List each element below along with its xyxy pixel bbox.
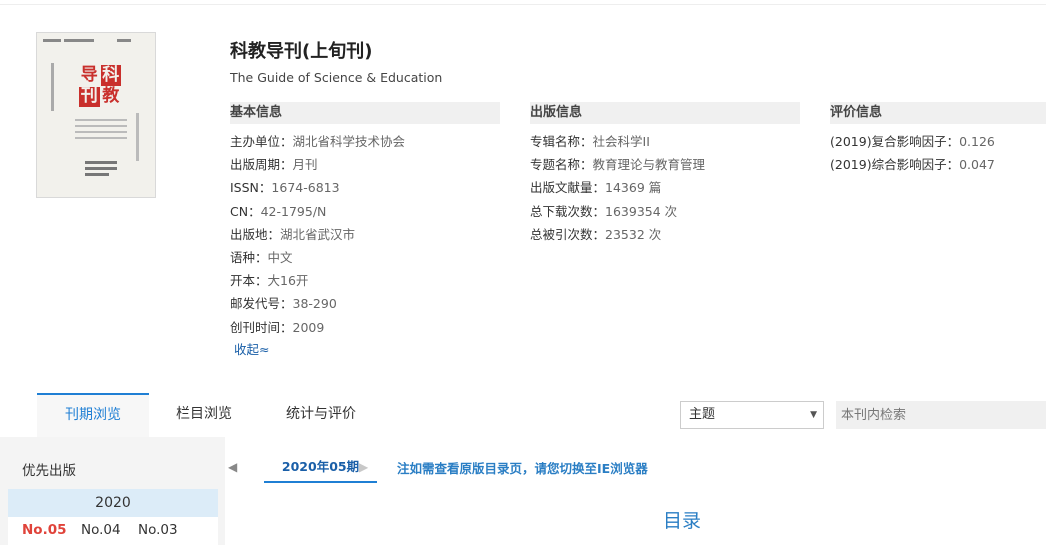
year-header-2020[interactable]: 2020: [8, 489, 218, 517]
cover-side-text-right: [136, 113, 139, 161]
issue-link-05[interactable]: No.05: [22, 522, 67, 538]
next-issue-icon[interactable]: ▶: [359, 460, 368, 474]
info-row-topic: 专题名称：教育理论与教育管理: [530, 157, 706, 173]
toc-title: 目录: [663, 510, 702, 532]
info-row-downloads: 总下载次数：1639354 次: [530, 203, 678, 219]
info-row-series: 专辑名称：社会科学II: [530, 134, 650, 149]
info-row-format: 开本：大16开: [230, 273, 309, 289]
search-field-select[interactable]: 主题 ▼: [680, 401, 824, 429]
tab-browse-column[interactable]: 栏目浏览: [163, 393, 245, 437]
collapse-link[interactable]: 收起≈: [234, 339, 269, 358]
info-row-founded: 创刊时间：2009: [230, 319, 325, 335]
info-row-composite-if: (2019)复合影响因子：0.126: [830, 134, 995, 149]
cover-side-text: [51, 63, 54, 111]
chevron-down-icon: ▼: [810, 410, 817, 420]
cover-seal-logo: 导 科 刊 教: [79, 64, 121, 107]
issue-link-04[interactable]: No.04: [81, 522, 121, 538]
info-row-postal-code: 邮发代号：38-290: [230, 296, 337, 312]
publish-info-list: 专辑名称：社会科学II 专题名称：教育理论与教育管理 出版文献量：14369 篇…: [530, 130, 705, 246]
info-row-issn: ISSN：1674-6813: [230, 180, 340, 196]
issue-navigation: ◀ 2020年05期 ▶ 注如需查看原版目录页，请您切换至IE浏览器: [225, 455, 1046, 483]
info-row-language: 语种：中文: [230, 249, 293, 265]
eval-info-list: (2019)复合影响因子：0.126 (2019)综合影响因子：0.047: [830, 130, 995, 176]
basic-info-list: 主办单位：湖北省科学技术协会 出版周期：月刊 ISSN：1674-6813 CN…: [230, 130, 405, 339]
journal-english-title: The Guide of Science & Education: [230, 70, 443, 85]
search-input[interactable]: [836, 401, 1046, 429]
eval-info-heading: 评价信息: [830, 102, 1046, 124]
cover-issue-block: [85, 161, 117, 179]
journal-cover-image[interactable]: 导 科 刊 教: [36, 32, 156, 198]
priority-publish-link[interactable]: 优先出版: [22, 459, 76, 479]
info-row-frequency: 出版周期：月刊: [230, 157, 318, 173]
top-divider: [0, 4, 1046, 5]
search-field-selected: 主题: [689, 407, 716, 422]
cover-header-lines: [43, 39, 151, 45]
info-row-sponsor: 主办单位：湖北省科学技术协会: [230, 134, 406, 149]
publish-info-heading: 出版信息: [530, 102, 800, 124]
cover-text-lines: [75, 119, 127, 143]
info-row-cn: CN：42-1795/N: [230, 203, 327, 219]
info-row-citations: 总被引次数：23532 次: [530, 226, 662, 242]
issue-list: No.05 No.04 No.03: [8, 517, 218, 545]
content-panel: [225, 437, 1046, 545]
tab-browse-issue[interactable]: 刊期浏览: [37, 393, 149, 437]
tab-stats-evaluation[interactable]: 统计与评价: [273, 393, 369, 437]
issue-link-03[interactable]: No.03: [138, 522, 178, 538]
ie-browser-note: 注如需查看原版目录页，请您切换至IE浏览器: [397, 461, 648, 476]
basic-info-heading: 基本信息: [230, 102, 500, 124]
info-row-comprehensive-if: (2019)综合影响因子：0.047: [830, 157, 995, 173]
info-row-article-count: 出版文献量：14369 篇: [530, 180, 662, 196]
journal-title: 科教导刊(上旬刊): [230, 41, 373, 62]
prev-issue-icon[interactable]: ◀: [228, 460, 237, 474]
info-row-place: 出版地：湖北省武汉市: [230, 226, 356, 242]
